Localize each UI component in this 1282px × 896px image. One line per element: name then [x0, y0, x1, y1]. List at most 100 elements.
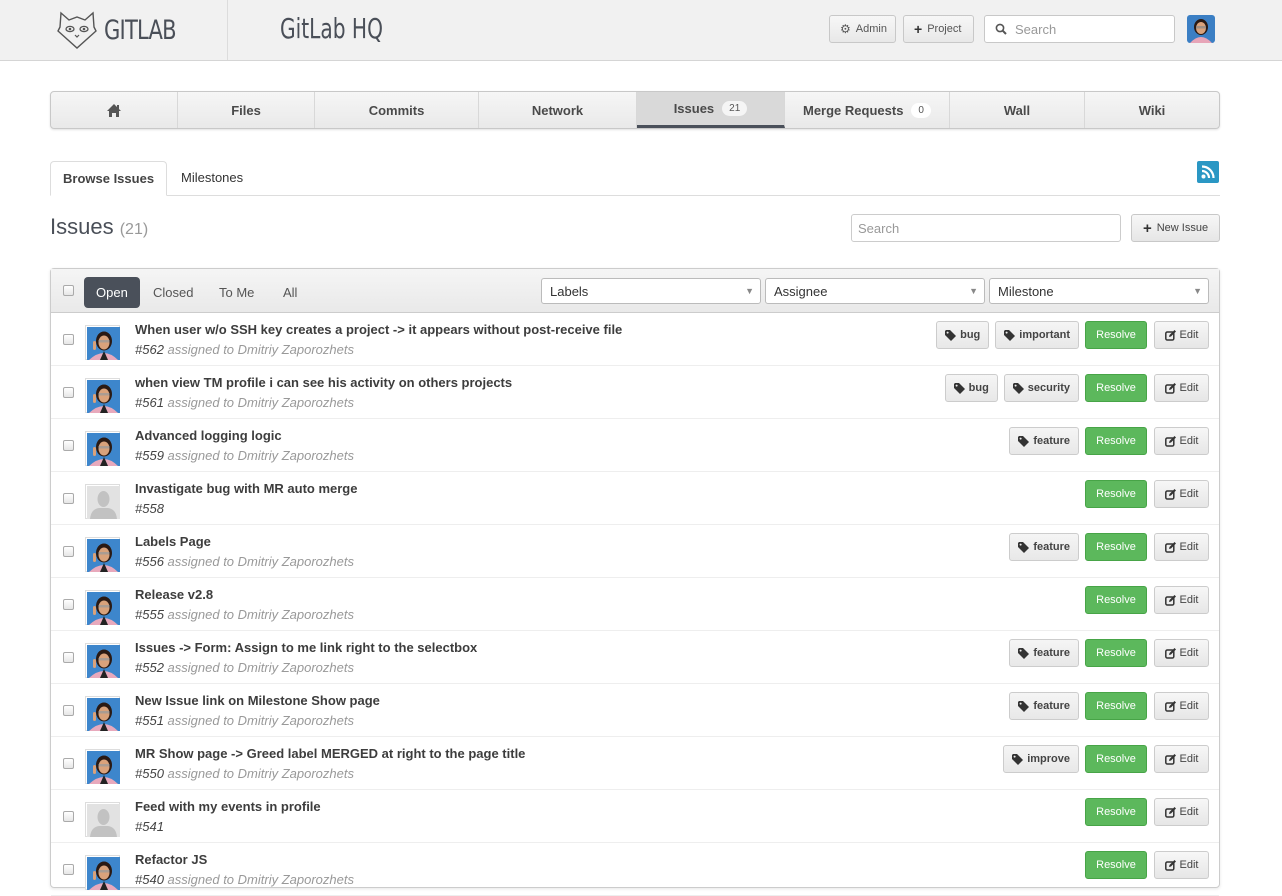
tab-browse-issues[interactable]: Browse Issues [50, 161, 168, 196]
edit-button[interactable]: Edit [1154, 374, 1209, 402]
filter-all[interactable]: All [271, 277, 309, 308]
edit-icon [1164, 647, 1176, 659]
user-avatar-image [1187, 15, 1215, 43]
issue-checkbox[interactable] [63, 758, 74, 769]
plus-icon: + [1142, 219, 1152, 237]
edit-icon [1164, 541, 1176, 553]
resolve-button[interactable]: Resolve [1085, 427, 1147, 455]
issue-checkbox[interactable] [63, 334, 74, 345]
new-project-button[interactable]: + Project [903, 15, 974, 43]
issue-search-input[interactable] [851, 214, 1121, 242]
issue-checkbox[interactable] [63, 599, 74, 610]
nav-wall-label: Wall [1003, 102, 1031, 118]
filter-open[interactable]: Open [84, 277, 140, 308]
issue-title-link[interactable]: When user w/o SSH key creates a project … [135, 322, 622, 337]
label-tag[interactable]: bug [944, 374, 998, 402]
resolve-button[interactable]: Resolve [1085, 321, 1147, 349]
issue-checkbox[interactable] [63, 546, 74, 557]
edit-label: Edit [1179, 435, 1199, 447]
nav-home[interactable] [51, 92, 178, 128]
tag-icon [1018, 541, 1030, 553]
labels-select[interactable]: Labels ▼ [541, 278, 761, 304]
issue-title-link[interactable]: Labels Page [135, 534, 211, 549]
resolve-button[interactable]: Resolve [1085, 374, 1147, 402]
label-tag[interactable]: important [995, 321, 1079, 349]
label-tag[interactable]: feature [1009, 639, 1079, 667]
edit-button[interactable]: Edit [1154, 427, 1209, 455]
issue-title-link[interactable]: Release v2.8 [135, 587, 213, 602]
issue-checkbox[interactable] [63, 652, 74, 663]
edit-button[interactable]: Edit [1154, 851, 1209, 879]
resolve-button[interactable]: Resolve [1085, 798, 1147, 826]
edit-button[interactable]: Edit [1154, 586, 1209, 614]
label-tag[interactable]: security [1003, 374, 1079, 402]
edit-button[interactable]: Edit [1154, 692, 1209, 720]
issue-checkbox[interactable] [63, 705, 74, 716]
project-title[interactable]: GitLab HQ [280, 12, 383, 45]
nav-wiki[interactable]: Wiki [1085, 92, 1219, 128]
global-search-input[interactable] [1013, 20, 1163, 38]
user-avatar-image [87, 592, 120, 625]
issue-title-link[interactable]: Issues -> Form: Assign to me link right … [135, 640, 477, 655]
edit-button[interactable]: Edit [1154, 745, 1209, 773]
nav-commits[interactable]: Commits [315, 92, 479, 128]
label-tag[interactable]: bug [936, 321, 990, 349]
label-tag[interactable]: improve [1003, 745, 1079, 773]
edit-button[interactable]: Edit [1154, 639, 1209, 667]
filter-to-me[interactable]: To Me [207, 277, 266, 308]
global-search[interactable] [984, 15, 1175, 43]
issue-title-link[interactable]: MR Show page -> Greed label MERGED at ri… [135, 746, 525, 761]
assignee-select[interactable]: Assignee ▼ [765, 278, 985, 304]
issue-title-link[interactable]: when view TM profile i can see his activ… [135, 375, 512, 390]
issue-title-link[interactable]: Advanced logging logic [135, 428, 282, 443]
assignee-avatar [85, 484, 120, 519]
edit-button[interactable]: Edit [1154, 798, 1209, 826]
issue-title-link[interactable]: Feed with my events in profile [135, 799, 321, 814]
nav-issues[interactable]: Issues 21 [637, 92, 785, 128]
tab-milestones[interactable]: Milestones [169, 161, 255, 196]
issue-title-link[interactable]: Refactor JS [135, 852, 207, 867]
nav-wall[interactable]: Wall [950, 92, 1085, 128]
select-all-checkbox[interactable] [63, 285, 74, 296]
issue-id: #552 [135, 660, 164, 675]
resolve-button[interactable]: Resolve [1085, 692, 1147, 720]
user-avatar-image [87, 645, 120, 678]
edit-icon [1164, 382, 1176, 394]
nav-network[interactable]: Network [479, 92, 637, 128]
admin-button[interactable]: ⚙ Admin [829, 15, 896, 43]
label-tag[interactable]: feature [1009, 692, 1079, 720]
resolve-button[interactable]: Resolve [1085, 745, 1147, 773]
assignee-avatar [85, 590, 120, 625]
issue-checkbox[interactable] [63, 811, 74, 822]
edit-icon [1164, 329, 1176, 341]
filter-closed[interactable]: Closed [141, 277, 205, 308]
tag-icon [953, 382, 965, 394]
user-avatar[interactable] [1187, 15, 1215, 43]
nav-files[interactable]: Files [178, 92, 315, 128]
edit-button[interactable]: Edit [1154, 480, 1209, 508]
label-tag[interactable]: feature [1009, 533, 1079, 561]
issue-checkbox[interactable] [63, 440, 74, 451]
resolve-button[interactable]: Resolve [1085, 639, 1147, 667]
issue-checkbox[interactable] [63, 864, 74, 875]
resolve-button[interactable]: Resolve [1085, 586, 1147, 614]
resolve-button[interactable]: Resolve [1085, 533, 1147, 561]
issue-checkbox[interactable] [63, 387, 74, 398]
page-title: Issues (21) [50, 214, 148, 240]
edit-button[interactable]: Edit [1154, 533, 1209, 561]
milestone-select[interactable]: Milestone ▼ [989, 278, 1209, 304]
gitlab-logo[interactable]: GITLAB [56, 10, 196, 50]
resolve-button[interactable]: Resolve [1085, 480, 1147, 508]
edit-button[interactable]: Edit [1154, 321, 1209, 349]
label-text: improve [1027, 753, 1070, 765]
issue-id: #558 [135, 501, 164, 516]
issue-checkbox[interactable] [63, 493, 74, 504]
label-tag[interactable]: feature [1009, 427, 1079, 455]
issue-title-link[interactable]: New Issue link on Milestone Show page [135, 693, 380, 708]
rss-feed-button[interactable] [1197, 161, 1219, 183]
nav-merge-requests[interactable]: Merge Requests 0 [785, 92, 950, 128]
new-issue-button[interactable]: + New Issue [1131, 214, 1220, 242]
resolve-button[interactable]: Resolve [1085, 851, 1147, 879]
issue-title-link[interactable]: Invastigate bug with MR auto merge [135, 481, 357, 496]
nav-network-label: Network [531, 102, 584, 118]
